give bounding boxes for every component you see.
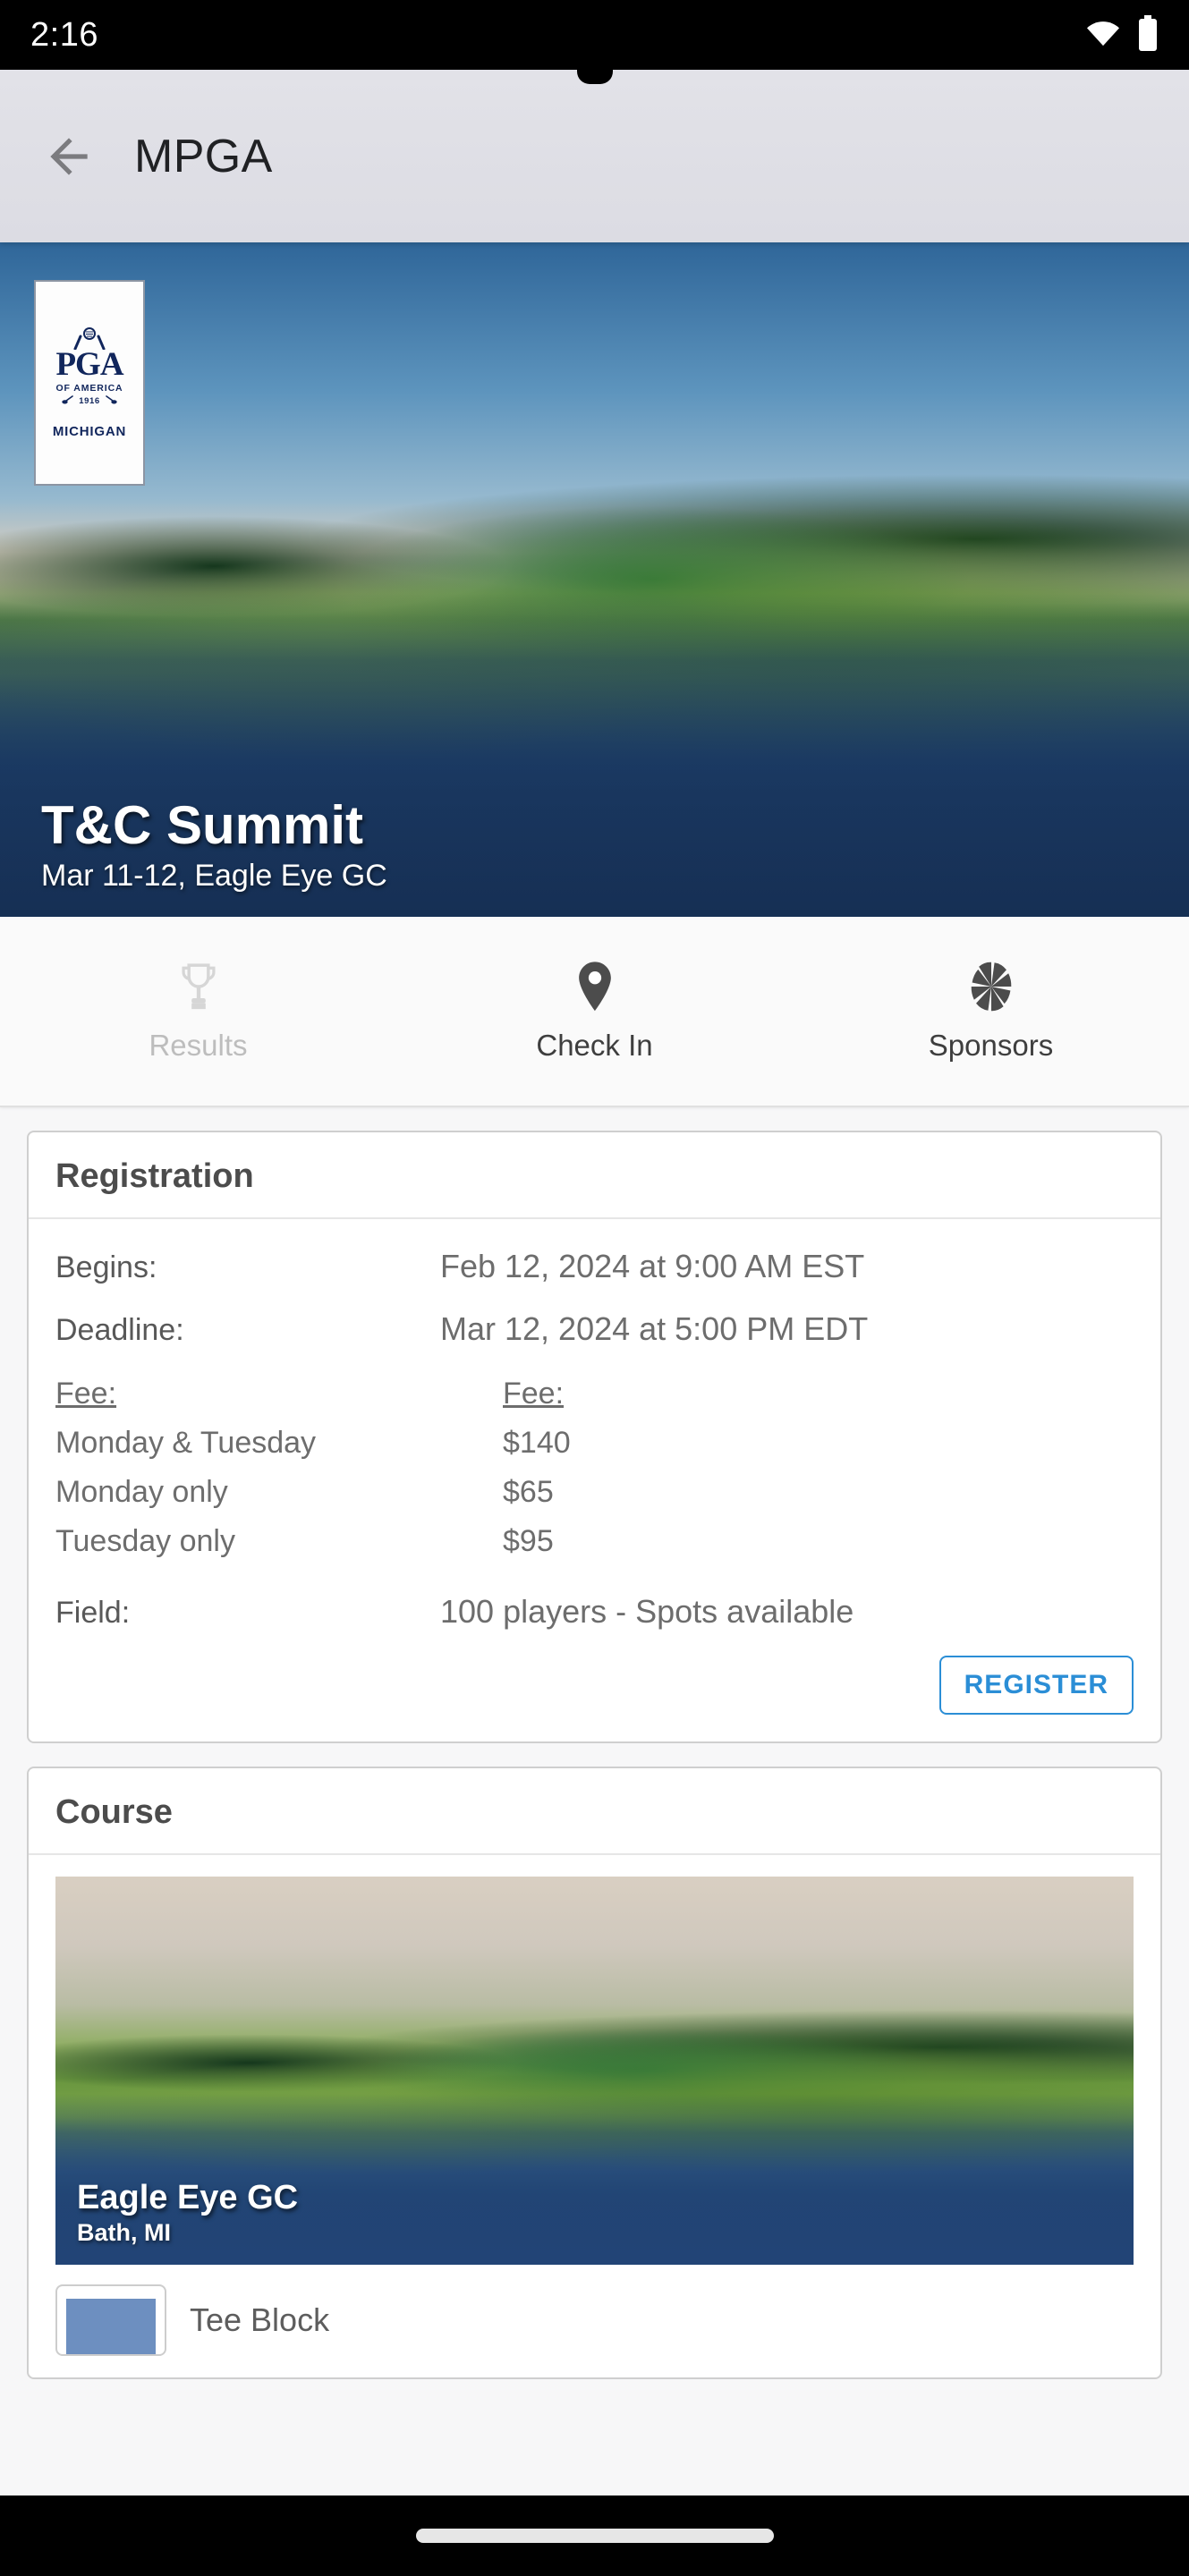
fee-label-left: Fee:	[55, 1377, 117, 1411]
fee-option-name: Monday & Tuesday	[55, 1426, 317, 1461]
fee-label-right: Fee:	[503, 1377, 565, 1411]
arrow-left-icon	[50, 137, 88, 175]
registration-begins-label: Begins:	[55, 1250, 157, 1284]
course-name: Eagle Eye GC	[77, 2179, 299, 2217]
pga-michigan-logo: PGA OF AMERICA 1916 MICHIGAN	[34, 280, 145, 486]
pga-wordmark: PGA	[55, 345, 123, 383]
fee-option-name: Tuesday only	[55, 1524, 235, 1559]
registration-fee-block: Fee: Monday & Tuesday Monday only Tuesda…	[55, 1360, 1134, 1570]
course-card: Course Eagle Eye GC Bath, MI Tee Block	[27, 1767, 1162, 2380]
home-gesture-pill[interactable]	[415, 2529, 774, 2543]
registration-field-label: Field:	[55, 1596, 131, 1631]
quick-action-bar: Results Check In Sponsors	[0, 917, 1189, 1107]
pga-of-america-text: OF AMERICA	[55, 383, 123, 394]
registration-field-value: 100 players - Spots available	[440, 1593, 854, 1631]
action-sponsors[interactable]: Sponsors	[793, 917, 1189, 1106]
event-title: T&C Summit	[41, 795, 363, 855]
aperture-icon	[971, 962, 1011, 1011]
system-navigation-bar	[0, 2496, 1189, 2576]
action-check-in-label: Check In	[536, 1028, 653, 1062]
course-card-body: Eagle Eye GC Bath, MI Tee Block	[29, 1855, 1160, 2377]
registration-card: Registration Begins: Feb 12, 2024 at 9:0…	[27, 1131, 1162, 1744]
fee-prices-column: Fee: $140 $65 $95	[503, 1369, 1134, 1566]
map-pin-icon	[578, 961, 611, 1011]
app-bar: MPGA	[0, 70, 1189, 242]
page-title: MPGA	[134, 130, 273, 182]
tee-block-label: Tee Block	[190, 2301, 330, 2339]
pga-state-text: MICHIGAN	[52, 424, 127, 440]
tee-color-swatch	[55, 2284, 166, 2357]
camera-notch	[576, 63, 613, 84]
action-results[interactable]: Results	[0, 917, 396, 1106]
back-button[interactable]	[29, 116, 109, 197]
registration-field-row: Field: 100 players - Spots available	[55, 1570, 1134, 1643]
registration-begins-value: Feb 12, 2024 at 9:00 AM EST	[440, 1248, 865, 1284]
app-screen: 2:16 MPGA PGA OF AMERICA 1916 MICHIGAN T…	[0, 0, 1189, 2576]
registration-deadline-label: Deadline:	[55, 1313, 184, 1347]
battery-icon	[1137, 14, 1159, 55]
golf-club-left-icon	[62, 395, 74, 404]
event-subtitle: Mar 11-12, Eagle Eye GC	[41, 859, 387, 893]
action-check-in[interactable]: Check In	[396, 917, 793, 1106]
fee-option-price: $140	[503, 1426, 571, 1461]
course-image[interactable]: Eagle Eye GC Bath, MI	[55, 1877, 1134, 2266]
status-bar: 2:16	[0, 0, 1189, 70]
course-image-caption: Eagle Eye GC Bath, MI	[77, 2179, 298, 2247]
fee-option-price: $95	[503, 1524, 554, 1559]
wifi-icon	[1085, 20, 1121, 51]
course-card-header: Course	[29, 1768, 1160, 1856]
register-button-row: REGISTER	[55, 1643, 1134, 1718]
action-sponsors-label: Sponsors	[928, 1028, 1054, 1062]
fee-option-name: Monday only	[55, 1475, 228, 1510]
registration-card-header: Registration	[29, 1132, 1160, 1219]
course-city: Bath, MI	[77, 2219, 171, 2247]
action-results-label: Results	[149, 1028, 248, 1062]
event-hero-banner[interactable]: PGA OF AMERICA 1916 MICHIGAN T&C Summit …	[0, 242, 1189, 917]
pga-year-text: 1916	[79, 396, 100, 407]
fee-option-price: $65	[503, 1475, 554, 1510]
hero-caption: T&C Summit Mar 11-12, Eagle Eye GC	[41, 797, 387, 894]
trophy-icon	[181, 962, 216, 1009]
register-button[interactable]: REGISTER	[938, 1656, 1134, 1716]
golf-club-right-icon	[105, 395, 117, 404]
registration-deadline-value: Mar 12, 2024 at 5:00 PM EDT	[440, 1310, 869, 1347]
registration-card-title: Registration	[55, 1157, 254, 1195]
content-area: Registration Begins: Feb 12, 2024 at 9:0…	[0, 1107, 1189, 2380]
registration-card-body: Begins: Feb 12, 2024 at 9:00 AM EST Dead…	[29, 1219, 1160, 1741]
registration-deadline-row: Deadline: Mar 12, 2024 at 5:00 PM EDT	[55, 1298, 1134, 1360]
fee-names-column: Fee: Monday & Tuesday Monday only Tuesda…	[55, 1369, 503, 1566]
course-card-title: Course	[55, 1793, 173, 1832]
status-bar-icons	[1085, 14, 1159, 55]
tee-block-row: Tee Block	[55, 2265, 1134, 2357]
registration-begins-row: Begins: Feb 12, 2024 at 9:00 AM EST	[55, 1235, 1134, 1298]
status-bar-clock: 2:16	[30, 15, 98, 54]
